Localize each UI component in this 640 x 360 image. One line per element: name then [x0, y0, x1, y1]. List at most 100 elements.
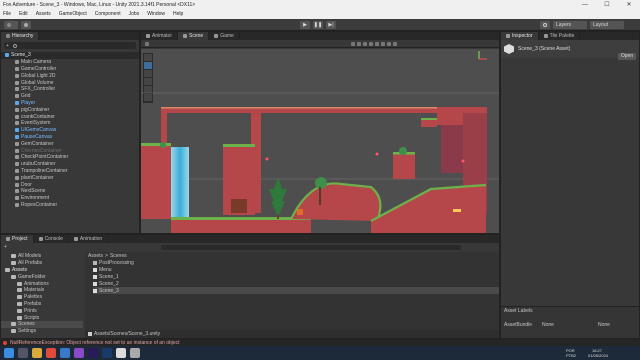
- scene-canvas[interactable]: [141, 49, 499, 233]
- window-title-bar: Fox Adventure - Scene_3 - Windows, Mac, …: [0, 0, 640, 9]
- hierarchy-item[interactable]: CherriesContainer: [1, 147, 139, 154]
- project-tree-item[interactable]: Settings: [1, 328, 83, 335]
- account-button[interactable]: [4, 21, 18, 29]
- 2d-toggle-icon[interactable]: [357, 41, 361, 46]
- project-file-item[interactable]: Scene_1: [93, 274, 499, 281]
- breadcrumb-assets[interactable]: Assets: [88, 253, 103, 259]
- hierarchy-item[interactable]: Scene_3: [1, 52, 139, 59]
- hierarchy-item[interactable]: RopesContainer: [1, 202, 139, 209]
- project-tree-item[interactable]: GameFolder: [1, 273, 83, 280]
- hierarchy-item[interactable]: Door: [1, 181, 139, 188]
- add-icon[interactable]: +: [6, 43, 9, 49]
- menu-component[interactable]: Component: [95, 11, 121, 17]
- fx-toggle-icon[interactable]: [375, 41, 379, 46]
- close-button[interactable]: ✕: [618, 1, 640, 8]
- project-tree-item[interactable]: All Models: [1, 253, 83, 260]
- play-button[interactable]: ▶: [300, 21, 310, 29]
- gizmos-toggle-icon[interactable]: [381, 41, 385, 46]
- project-file-item[interactable]: Menu: [93, 267, 499, 274]
- tab-console[interactable]: Console: [34, 235, 69, 243]
- project-tree-item[interactable]: Palettes: [1, 294, 83, 301]
- hierarchy-item[interactable]: plantContainer: [1, 174, 139, 181]
- hierarchy-item[interactable]: Global Light 2D: [1, 72, 139, 79]
- menu-gameobject[interactable]: GameObject: [59, 11, 87, 17]
- menu-window[interactable]: Window: [147, 11, 165, 17]
- project-tree-item[interactable]: Prints: [1, 307, 83, 314]
- hierarchy-item[interactable]: EventSystem: [1, 120, 139, 127]
- photoshop-icon[interactable]: [102, 348, 112, 358]
- project-file-item[interactable]: Scene_3: [93, 287, 499, 294]
- open-button[interactable]: Open: [618, 53, 636, 60]
- project-tree-item[interactable]: Animations: [1, 280, 83, 287]
- menu-file[interactable]: File: [3, 11, 11, 17]
- pause-button[interactable]: ❚❚: [313, 21, 323, 29]
- chrome-icon[interactable]: [46, 348, 56, 358]
- hierarchy-item[interactable]: urubuContainer: [1, 161, 139, 168]
- add-asset-icon[interactable]: +: [4, 244, 7, 250]
- asset-bundle-variant-dropdown[interactable]: None: [598, 322, 610, 328]
- explorer-icon[interactable]: [32, 348, 42, 358]
- cloud-button[interactable]: [21, 21, 31, 29]
- project-tree-item[interactable]: Materials: [1, 287, 83, 294]
- layers-dropdown[interactable]: Layers: [553, 21, 587, 29]
- project-tree-item[interactable]: All Prefabs: [1, 260, 83, 267]
- project-tree-item[interactable]: Scripts: [1, 314, 83, 321]
- asset-bundle-dropdown[interactable]: None: [542, 322, 594, 328]
- tab-hierarchy[interactable]: Hierarchy: [1, 32, 40, 40]
- minimize-button[interactable]: —: [574, 2, 596, 8]
- gizmos-dropdown-icon[interactable]: [393, 41, 397, 46]
- project-file-item[interactable]: PostProcessing: [93, 260, 499, 267]
- hierarchy-item[interactable]: pigContainer: [1, 106, 139, 113]
- premiere-icon[interactable]: [88, 348, 98, 358]
- step-button[interactable]: ▶|: [326, 21, 336, 29]
- hierarchy-item[interactable]: Player: [1, 100, 139, 107]
- hierarchy-item[interactable]: Environment: [1, 195, 139, 202]
- search-button[interactable]: [540, 21, 550, 29]
- menu-jobs[interactable]: Jobs: [129, 11, 140, 17]
- project-tree-item[interactable]: Assets: [1, 267, 83, 274]
- visual-studio-icon[interactable]: [74, 348, 84, 358]
- vscode-icon[interactable]: [60, 348, 70, 358]
- project-tree-item[interactable]: Scenes: [1, 320, 83, 328]
- camera-icon[interactable]: [387, 41, 391, 46]
- tab-tile-palette[interactable]: Tile Palette: [539, 32, 581, 40]
- windows-start-icon[interactable]: [4, 348, 14, 358]
- tab-inspector[interactable]: Inspector: [501, 32, 539, 40]
- hand-tool-icon[interactable]: [145, 41, 149, 46]
- menu-edit[interactable]: Edit: [19, 11, 28, 17]
- view-options-icon[interactable]: [351, 41, 355, 46]
- tab-project[interactable]: Project: [1, 235, 34, 243]
- audio-toggle-icon[interactable]: [369, 41, 373, 46]
- tab-game[interactable]: Game: [209, 32, 240, 40]
- menu-help[interactable]: Help: [173, 11, 183, 17]
- hierarchy-item[interactable]: Grid: [1, 93, 139, 100]
- tab-animation[interactable]: Animation: [69, 235, 109, 243]
- hierarchy-item[interactable]: PauseCanvas: [1, 134, 139, 141]
- hierarchy-item[interactable]: Main Camera: [1, 59, 139, 66]
- hierarchy-item[interactable]: GameController: [1, 66, 139, 73]
- tab-animator[interactable]: Animator: [141, 32, 179, 40]
- hierarchy-item[interactable]: NextScene: [1, 188, 139, 195]
- status-bar[interactable]: NullReferenceException: Object reference…: [0, 339, 640, 346]
- unity-icon[interactable]: [116, 348, 126, 358]
- lighting-toggle-icon[interactable]: [363, 41, 367, 46]
- scene-gizmo[interactable]: [478, 51, 487, 60]
- layout-dropdown[interactable]: Layout: [590, 21, 624, 29]
- hierarchy-item[interactable]: CheckPointContainer: [1, 154, 139, 161]
- menu-assets[interactable]: Assets: [36, 11, 51, 17]
- unity-hub-icon[interactable]: [130, 348, 140, 358]
- search-taskbar-icon[interactable]: [18, 348, 28, 358]
- project-tree-item[interactable]: Prefabs: [1, 301, 83, 308]
- hierarchy-item[interactable]: SFX_Controller: [1, 86, 139, 93]
- breadcrumb-scenes[interactable]: Scenes: [110, 253, 127, 259]
- hierarchy-search[interactable]: +: [4, 42, 136, 49]
- hierarchy-item[interactable]: TrampolineContainer: [1, 168, 139, 175]
- hierarchy-item[interactable]: GemContainer: [1, 140, 139, 147]
- hierarchy-item[interactable]: Global Volume: [1, 79, 139, 86]
- project-file-item[interactable]: Scene_2: [93, 280, 499, 287]
- hierarchy-item[interactable]: crankContainer: [1, 113, 139, 120]
- maximize-button[interactable]: ☐: [596, 1, 618, 8]
- hierarchy-item[interactable]: UIGemsCanvas: [1, 127, 139, 134]
- project-search[interactable]: [160, 244, 461, 250]
- tab-scene[interactable]: Scene: [178, 32, 210, 40]
